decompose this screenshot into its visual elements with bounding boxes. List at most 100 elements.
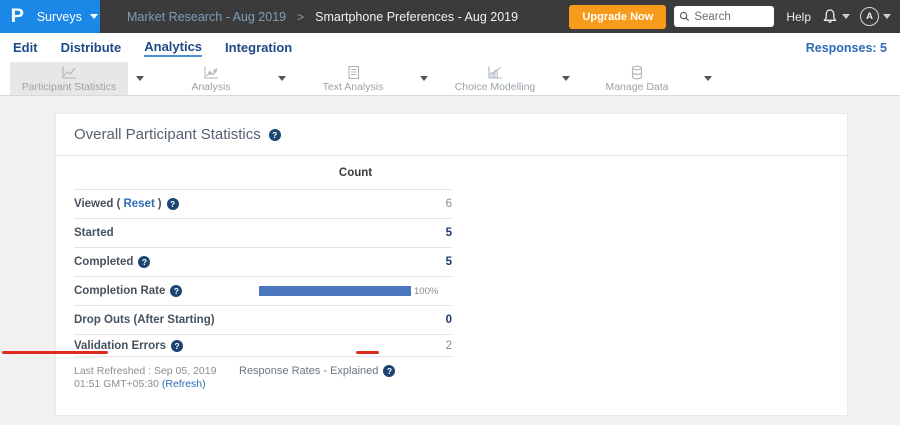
response-rates-explained: Response Rates - Explained ? (239, 365, 395, 391)
breadcrumb: Market Research - Aug 2019 > Smartphone … (127, 10, 518, 24)
help-icon[interactable]: ? (167, 198, 179, 210)
page-title: Overall Participant Statistics (74, 126, 261, 143)
row-label-text: Completed (74, 256, 133, 268)
tab-label: Analysis (191, 81, 230, 93)
chevron-down-icon (704, 76, 712, 81)
surveys-menu-label: Surveys (37, 10, 82, 24)
tab-dropdown[interactable] (696, 62, 720, 95)
count-column-header: Count (259, 167, 452, 179)
help-link[interactable]: Help (786, 10, 811, 24)
row-label-text: Completion Rate (74, 285, 165, 297)
row-label: Validation Errors ? (74, 340, 259, 352)
row-label: Drop Outs (After Starting) (74, 314, 259, 326)
response-rates-label[interactable]: Response Rates - Explained (239, 365, 378, 377)
participant-statistics-card: Overall Participant Statistics ? Count V… (55, 113, 848, 416)
analysis-chart-icon (203, 65, 219, 80)
upgrade-now-button[interactable]: Upgrade Now (569, 5, 666, 29)
tab-manage-data: Manage Data (578, 62, 720, 95)
page-body: Overall Participant Statistics ? Count V… (0, 96, 900, 425)
tab-label: Text Analysis (323, 81, 384, 93)
search-input[interactable] (694, 11, 768, 23)
row-label: Viewed ( Reset ) ? (74, 198, 259, 210)
row-label: Completion Rate ? (74, 285, 259, 297)
tab-analysis-button[interactable]: Analysis (152, 62, 270, 95)
nav-item-analytics[interactable]: Analytics (144, 39, 202, 57)
notifications-button[interactable] (822, 8, 850, 25)
completion-rate-cell: 100% (259, 286, 452, 297)
app-window: P Surveys Market Research - Aug 2019 > S… (0, 0, 900, 425)
surveys-product-menu[interactable]: P Surveys (0, 0, 100, 33)
nav-item-edit[interactable]: Edit (13, 40, 38, 56)
chevron-down-icon (883, 14, 891, 19)
red-underline-annotation-value (356, 351, 379, 354)
table-header-row: Count (74, 156, 452, 190)
row-label: Completed ? (74, 256, 259, 268)
chevron-down-icon (420, 76, 428, 81)
table-row-validation-errors: Validation Errors ? 2 (74, 335, 452, 357)
row-label-text: Viewed ( (74, 198, 120, 210)
tab-participant-statistics-button[interactable]: Participant Statistics (10, 62, 128, 95)
topbar-actions: Upgrade Now Help A (569, 5, 891, 29)
tab-label: Participant Statistics (22, 81, 117, 93)
help-icon[interactable]: ? (170, 285, 182, 297)
red-underline-annotation-label (2, 351, 108, 354)
bell-icon (822, 8, 838, 25)
row-label-text: Drop Outs (After Starting) (74, 314, 215, 326)
row-value: 5 (259, 256, 452, 268)
responses-count[interactable]: Responses: 5 (806, 41, 887, 55)
tab-participant-statistics: Participant Statistics (10, 62, 152, 95)
chevron-down-icon (136, 76, 144, 81)
questionpro-logo: P (11, 6, 24, 28)
tab-manage-data-button[interactable]: Manage Data (578, 62, 696, 95)
breadcrumb-parent[interactable]: Market Research - Aug 2019 (127, 10, 286, 24)
line-chart-icon (61, 65, 77, 80)
nav-item-integration[interactable]: Integration (225, 40, 292, 56)
tab-dropdown[interactable] (270, 62, 294, 95)
card-footer: Last Refreshed : Sep 05, 2019 01:51 GMT+… (74, 365, 847, 391)
tab-label: Manage Data (605, 81, 668, 93)
chevron-down-icon (278, 76, 286, 81)
help-icon[interactable]: ? (383, 365, 395, 377)
account-menu[interactable]: A (860, 7, 891, 26)
table-row-started: Started 5 (74, 219, 452, 248)
nav-item-distribute[interactable]: Distribute (61, 40, 122, 56)
search-box[interactable] (674, 6, 774, 27)
tab-choice-modelling: Choice Modelling (436, 62, 578, 95)
tab-text-analysis-button[interactable]: Text Analysis (294, 62, 412, 95)
text-document-icon (346, 65, 361, 80)
tab-label: Choice Modelling (455, 81, 536, 93)
tab-choice-modelling-button[interactable]: Choice Modelling (436, 62, 554, 95)
row-label: Started (74, 227, 259, 239)
card-title-row: Overall Participant Statistics ? (56, 114, 847, 156)
refresh-link[interactable]: (Refresh) (162, 378, 206, 390)
tab-dropdown[interactable] (128, 62, 152, 95)
row-value: 6 (259, 198, 452, 210)
search-icon (679, 11, 690, 22)
last-refreshed: Last Refreshed : Sep 05, 2019 01:51 GMT+… (74, 365, 239, 391)
breadcrumb-current: Smartphone Preferences - Aug 2019 (315, 10, 518, 24)
tab-dropdown[interactable] (412, 62, 436, 95)
row-value: 0 (259, 314, 452, 326)
database-icon (629, 65, 645, 80)
row-label-text: Started (74, 227, 114, 239)
chevron-down-icon (842, 14, 850, 19)
choice-chart-icon (487, 65, 503, 80)
help-icon[interactable]: ? (269, 129, 281, 141)
table-row-completion-rate: Completion Rate ? 100% (74, 277, 452, 306)
row-value: 5 (259, 227, 452, 239)
row-label-suffix: ) (158, 198, 162, 210)
help-icon[interactable]: ? (138, 256, 150, 268)
table-row-drop-outs: Drop Outs (After Starting) 0 (74, 306, 452, 335)
chevron-right-icon: > (297, 10, 304, 24)
tab-text-analysis: Text Analysis (294, 62, 436, 95)
survey-nav: Edit Distribute Analytics Integration Re… (0, 33, 900, 62)
top-bar: P Surveys Market Research - Aug 2019 > S… (0, 0, 900, 33)
reset-link[interactable]: Reset (123, 198, 154, 210)
tab-dropdown[interactable] (554, 62, 578, 95)
help-icon[interactable]: ? (171, 340, 183, 352)
analytics-toolbar: Participant Statistics Analysis (0, 62, 900, 96)
table-row-viewed: Viewed ( Reset ) ? 6 (74, 190, 452, 219)
row-value: 2 (259, 340, 452, 352)
tab-analysis: Analysis (152, 62, 294, 95)
progress-bar-fill (259, 286, 411, 296)
